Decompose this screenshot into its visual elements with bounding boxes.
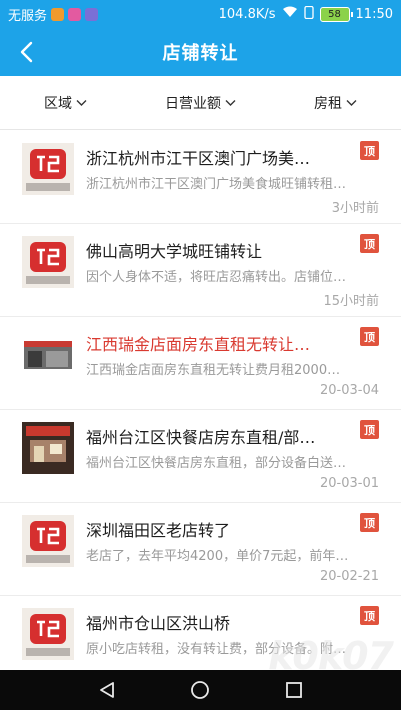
listing-thumbnail xyxy=(22,236,74,288)
listing-title: 福州市仓山区洪山桥 xyxy=(86,614,231,633)
listing-title: 浙江杭州市江干区澳门广场美… xyxy=(86,149,311,168)
filter-bar: 区域 日营业额 房租 xyxy=(0,76,401,130)
listing-description: 老店了，去年平均4200，单价7元起，前年… xyxy=(86,549,349,564)
filter-rent[interactable]: 房租 xyxy=(253,93,401,113)
list-item[interactable]: 浙江杭州市江干区澳门广场美… 浙江杭州市江干区澳门广场美食城旺铺转租… 3小时前… xyxy=(0,131,401,224)
network-speed: 104.8K/s xyxy=(218,6,276,22)
listing-description: 江西瑞金店面房东直租无转让费月租2000… xyxy=(86,363,341,378)
listing-description: 福州台江区快餐店房东直租，部分设备白送… xyxy=(86,456,347,471)
app-header: 店铺转让 xyxy=(0,28,401,76)
filter-daily-revenue[interactable]: 日营业额 xyxy=(148,93,252,113)
back-button[interactable] xyxy=(8,34,44,70)
nav-back-button[interactable] xyxy=(87,670,127,710)
app-notification-icon xyxy=(85,7,99,21)
chevron-left-icon xyxy=(20,41,33,63)
listing-description: 浙江杭州市江干区澳门广场美食城旺铺转租… xyxy=(86,177,347,192)
list-item[interactable]: 江西瑞金店面房东直租无转让… 江西瑞金店面房东直租无转让费月租2000… 20-… xyxy=(0,317,401,410)
pinned-badge: 顶 xyxy=(360,234,379,253)
battery-icon: 58 xyxy=(319,6,353,22)
pinned-badge: 顶 xyxy=(360,141,379,160)
clock: 11:50 xyxy=(355,6,393,22)
listing-time: 3小时前 xyxy=(331,201,379,216)
wifi-icon xyxy=(282,6,298,22)
listing-description: 因个人身体不适，将旺店忍痛转出。店铺位… xyxy=(86,270,347,285)
nav-home-icon xyxy=(191,681,210,699)
battery-level: 58 xyxy=(328,8,341,20)
nav-recent-icon xyxy=(286,682,303,698)
page-title: 店铺转让 xyxy=(162,43,239,64)
nav-back-icon xyxy=(99,682,114,698)
pinned-badge: 顶 xyxy=(360,327,379,346)
listing-thumbnail xyxy=(22,515,74,567)
status-bar: 无服务 104.8K/s 58 11:50 xyxy=(0,0,401,28)
pinned-badge: 顶 xyxy=(360,513,379,532)
filter-label: 日营业额 xyxy=(164,95,221,112)
listing-thumbnail xyxy=(22,608,74,660)
chevron-down-icon xyxy=(76,99,87,106)
filter-label: 区域 xyxy=(44,95,72,112)
listing-title: 深圳福田区老店转了 xyxy=(86,521,231,540)
listing-time: 20-03-01 xyxy=(319,476,379,491)
listing-thumbnail xyxy=(22,422,74,474)
carrier-text: 无服务 xyxy=(8,8,48,24)
watermark-logo: k0k07 xyxy=(268,634,394,678)
app-notification-icon xyxy=(51,7,65,21)
app-notification-icon xyxy=(68,7,82,21)
listing-title: 福州台江区快餐店房东直租/部… xyxy=(86,428,316,447)
status-right: 104.8K/s 58 11:50 xyxy=(218,5,393,23)
chevron-down-icon xyxy=(346,99,357,106)
pinned-badge: 顶 xyxy=(360,606,379,625)
listing-time: 15小时前 xyxy=(323,294,379,309)
listing-list: 浙江杭州市江干区澳门广场美… 浙江杭州市江干区澳门广场美食城旺铺转租… 3小时前… xyxy=(0,131,401,670)
listing-title: 佛山高明大学城旺铺转让 xyxy=(86,242,263,261)
list-item[interactable]: 福州台江区快餐店房东直租/部… 福州台江区快餐店房东直租，部分设备白送… 20-… xyxy=(0,410,401,503)
phone-icon xyxy=(303,5,314,23)
listing-time: 20-03-04 xyxy=(319,383,379,398)
listing-title: 江西瑞金店面房东直租无转让… xyxy=(86,335,311,354)
list-item[interactable]: 深圳福田区老店转了 老店了，去年平均4200，单价7元起，前年… 20-02-2… xyxy=(0,503,401,596)
listing-time: 20-02-21 xyxy=(319,569,379,584)
filter-label: 房租 xyxy=(313,95,342,112)
status-left: 无服务 xyxy=(8,5,99,24)
filter-region[interactable]: 区域 xyxy=(0,93,148,113)
nav-home-button[interactable] xyxy=(180,670,220,710)
chevron-down-icon xyxy=(225,99,236,106)
list-item[interactable]: 佛山高明大学城旺铺转让 因个人身体不适，将旺店忍痛转出。店铺位… 15小时前 顶 xyxy=(0,224,401,317)
listing-thumbnail xyxy=(22,329,74,381)
pinned-badge: 顶 xyxy=(360,420,379,439)
listing-thumbnail xyxy=(22,143,74,195)
